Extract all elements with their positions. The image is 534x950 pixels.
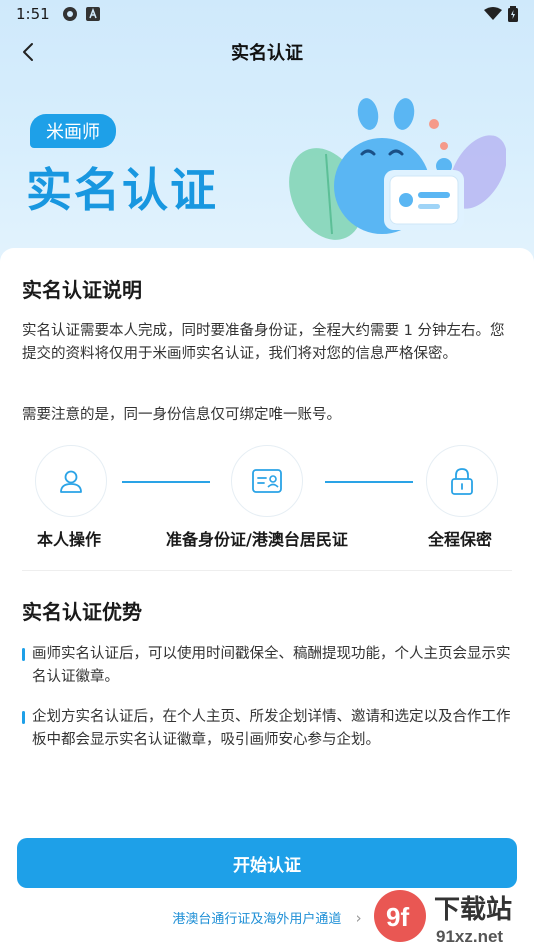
lock-icon (451, 468, 473, 495)
step-connector-2 (325, 481, 413, 483)
step-circle-1 (35, 445, 107, 517)
settings-icon (62, 7, 77, 21)
chevron-left-icon (23, 43, 33, 61)
banner-title: 实名认证 (26, 163, 218, 217)
back-button[interactable] (14, 38, 42, 66)
step-label-3: 全程保密 (428, 530, 493, 549)
person-icon (60, 470, 82, 493)
advantage-item-2: 企划方实名认证后，在个人主页、所发企划详情、邀请和选定以及合作工作板中都会显示实… (22, 706, 512, 752)
brand-badge: 米画师 (30, 114, 116, 148)
overseas-channel-label: 港澳台通行证及海外用户通道 (172, 912, 342, 927)
battery-icon (508, 6, 518, 22)
start-verification-button[interactable]: 开始认证 (17, 838, 517, 888)
bullet-marker (22, 648, 25, 661)
advantage-item-2-text: 企划方实名认证后，在个人主页、所发企划详情、邀请和选定以及合作工作板中都会显示实… (32, 709, 511, 748)
nav-bar: 实名认证 (0, 30, 534, 74)
mascot-illustration (289, 98, 506, 240)
bullet-marker (22, 711, 25, 724)
step-circle-3 (426, 445, 498, 517)
watermark-text-1: 下载站 (434, 895, 512, 925)
status-bar: 1:51 (0, 0, 534, 28)
section-divider (22, 570, 512, 571)
watermark-text-2: 91xz.net (436, 927, 503, 946)
advantage-item-1-text: 画师实名认证后，可以使用时间戳保全、稿酬提现功能，个人主页会显示实名认证徽章。 (32, 646, 511, 685)
wifi-icon (484, 7, 502, 20)
watermark-logo: 9f 下载站 91xz.net (374, 890, 512, 946)
chevron-right-icon: › (355, 909, 362, 927)
advantages-section-title: 实名认证优势 (22, 600, 142, 624)
status-time: 1:51 (16, 5, 50, 23)
step-label-2: 准备身份证/港澳台居民证 (166, 530, 348, 549)
banner: 米画师 实名认证 (0, 80, 534, 250)
page-title: 实名认证 (231, 43, 303, 64)
info-section-title: 实名认证说明 (22, 278, 142, 302)
step-connector-1 (122, 481, 210, 483)
info-paragraph-2: 需要注意的是，同一身份信息仅可绑定唯一账号。 (22, 407, 341, 423)
id-card-icon (252, 469, 282, 493)
step-label-1: 本人操作 (37, 530, 102, 549)
steps-row: 本人操作 准备身份证/港澳台居民证 全程保密 (0, 440, 534, 550)
svg-text:9f: 9f (386, 902, 409, 932)
app-icon (85, 7, 100, 21)
advantage-item-1: 画师实名认证后，可以使用时间戳保全、稿酬提现功能，个人主页会显示实名认证徽章。 (22, 643, 512, 689)
info-paragraph-1: 实名认证需要本人完成，同时要准备身份证，全程大约需要 1 分钟左右。您提交的资料… (22, 323, 505, 362)
step-circle-2 (231, 445, 303, 517)
